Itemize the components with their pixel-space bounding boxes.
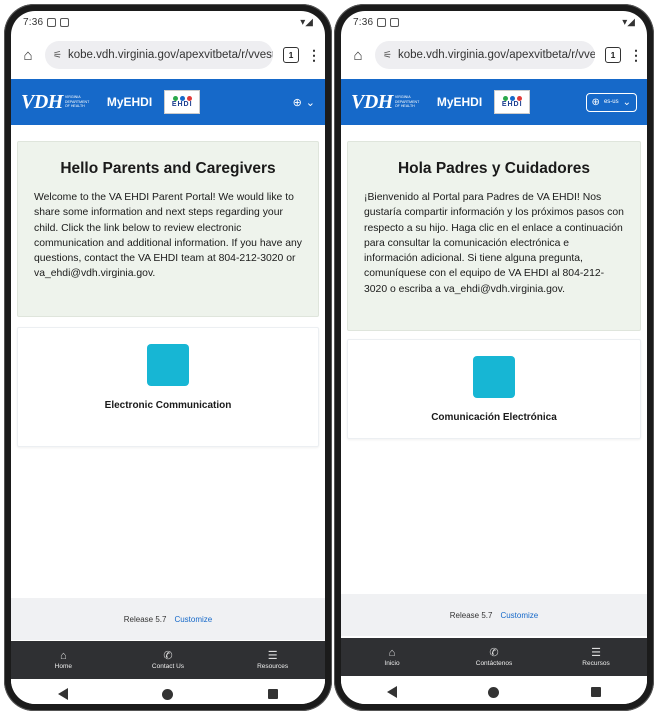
back-icon[interactable] [58, 688, 69, 700]
welcome-panel: Hola Padres y Cuidadores ¡Bienvenido al … [347, 141, 641, 331]
phone-icon: ✆ [489, 647, 499, 659]
electronic-communication-card[interactable]: Comunicación Electrónica [347, 339, 641, 439]
tabs-button[interactable]: 1 [605, 47, 621, 63]
notification-icon [377, 17, 387, 27]
phone-english: 7:36 ▾◢ ⌂ ⚟ kobe.vdh.virginia.gov/apexvi… [4, 4, 332, 711]
list-icon: ☰ [267, 650, 278, 662]
screen: 7:36 ▾◢ ⌂ ⚟ kobe.vdh.virginia.gov/apexvi… [11, 11, 325, 704]
bottom-navigation: ⌂ Home ✆ Contact Us ☰ Resources [11, 641, 325, 679]
notification-icon [47, 17, 57, 27]
list-icon: ☰ [591, 647, 601, 659]
browser-url-bar: ⌂ ⚟ kobe.vdh.virginia.gov/apexvitbeta/r/… [11, 33, 325, 77]
release-label: Release 5.7 [123, 614, 167, 624]
app-header: VDH Virginia Department of Health MyEHDI… [11, 79, 325, 125]
site-settings-icon[interactable]: ⚟ [53, 50, 62, 61]
app-title[interactable]: MyEHDI [437, 95, 482, 109]
app-header: VDH Virginia Department of Health MyEHDI… [341, 79, 647, 125]
vdh-logo-subtext: Virginia Department of Health [64, 95, 90, 109]
vdh-logo[interactable]: VDH [351, 91, 393, 114]
nav-resources[interactable]: ☰ Resources [238, 650, 308, 670]
home-icon: ⌂ [388, 647, 396, 659]
welcome-title: Hola Padres y Cuidadores [397, 160, 591, 177]
browser-menu-icon[interactable]: ⋮ [629, 47, 643, 64]
ehdi-logo: EHDI [164, 90, 201, 114]
browser-menu-icon[interactable]: ⋮ [307, 47, 321, 64]
back-icon[interactable] [386, 686, 397, 698]
browser-url-bar: ⌂ ⚟ kobe.vdh.virginia.gov/apexvitbeta/r/… [341, 33, 647, 77]
home-icon: ⌂ [60, 650, 67, 662]
screen: 7:36 ▾◢ ⌂ ⚟ kobe.vdh.virginia.gov/apexvi… [341, 11, 647, 704]
site-settings-icon[interactable]: ⚟ [383, 50, 392, 61]
customize-link[interactable]: Customize [174, 615, 212, 624]
wifi-battery-icon: ▾◢ [300, 16, 313, 28]
address-field[interactable]: ⚟ kobe.vdh.virginia.gov/apexvitbeta/r/vv… [45, 41, 273, 69]
phone-icon: ✆ [163, 650, 173, 662]
address-field[interactable]: ⚟ kobe.vdh.virginia.gov/apexvitbeta/r/vv… [375, 41, 595, 69]
status-time: 7:36 [353, 16, 374, 28]
language-selector[interactable]: ⊕ es-us ⌄ [585, 92, 637, 112]
welcome-panel: Hello Parents and Caregivers Welcome to … [17, 141, 319, 317]
notification-icon [390, 17, 400, 27]
communication-tile-icon[interactable] [473, 356, 515, 398]
chevron-down-icon: ⌄ [305, 96, 315, 109]
phone-spanish: 7:36 ▾◢ ⌂ ⚟ kobe.vdh.virginia.gov/apexvi… [334, 4, 654, 711]
footer: Release 5.7 Customize [341, 594, 647, 636]
welcome-body: Welcome to the VA EHDI Parent Portal! We… [34, 192, 303, 280]
language-code: es-us [603, 99, 619, 105]
customize-link[interactable]: Customize [500, 611, 538, 620]
communication-tile-icon[interactable] [147, 344, 189, 386]
vdh-logo-subtext: Virginia Department of Health [394, 95, 420, 109]
welcome-body: ¡Bienvenido al Portal para Padres de VA … [364, 192, 624, 295]
bottom-navigation: ⌂ Inicio ✆ Contáctenos ☰ Recursos [341, 638, 647, 676]
language-selector[interactable]: ⊕ ⌄ [293, 96, 315, 109]
nav-home[interactable]: ⌂ Home [28, 650, 98, 670]
chevron-down-icon: ⌄ [622, 96, 631, 108]
tabs-button[interactable]: 1 [283, 47, 299, 63]
footer: Release 5.7 Customize [11, 598, 325, 640]
recents-icon[interactable] [267, 689, 278, 699]
globe-icon: ⊕ [591, 96, 600, 108]
globe-icon: ⊕ [292, 96, 302, 109]
home-circle-icon[interactable] [162, 688, 174, 700]
recents-icon[interactable] [591, 687, 602, 697]
communication-tile-label[interactable]: Comunicación Electrónica [348, 412, 640, 423]
browser-home-icon[interactable]: ⌂ [17, 47, 39, 64]
release-label: Release 5.7 [449, 610, 493, 620]
system-navigation [341, 677, 647, 704]
status-bar: 7:36 ▾◢ [11, 11, 325, 33]
app-title[interactable]: MyEHDI [107, 95, 152, 109]
nav-contact-us[interactable]: ✆ Contáctenos [459, 647, 529, 667]
ehdi-logo: EHDI [494, 90, 531, 114]
url-text: kobe.vdh.virginia.gov/apexvitbeta/r/vves… [67, 49, 273, 61]
electronic-communication-card[interactable]: Electronic Communication [17, 327, 319, 447]
home-circle-icon[interactable] [488, 686, 500, 698]
browser-home-icon[interactable]: ⌂ [347, 47, 369, 64]
nav-home[interactable]: ⌂ Inicio [357, 647, 427, 667]
vdh-logo[interactable]: VDH [21, 91, 63, 114]
nav-resources[interactable]: ☰ Recursos [561, 647, 631, 667]
communication-tile-label[interactable]: Electronic Communication [18, 400, 318, 411]
wifi-battery-icon: ▾◢ [622, 16, 635, 28]
system-navigation [11, 679, 325, 704]
nav-contact-us[interactable]: ✆ Contact Us [133, 650, 203, 670]
notification-icon [60, 17, 70, 27]
welcome-title: Hello Parents and Caregivers [60, 160, 276, 177]
status-time: 7:36 [23, 16, 44, 28]
status-bar: 7:36 ▾◢ [341, 11, 647, 33]
url-text: kobe.vdh.virginia.gov/apexvitbeta/r/vves… [397, 49, 595, 61]
